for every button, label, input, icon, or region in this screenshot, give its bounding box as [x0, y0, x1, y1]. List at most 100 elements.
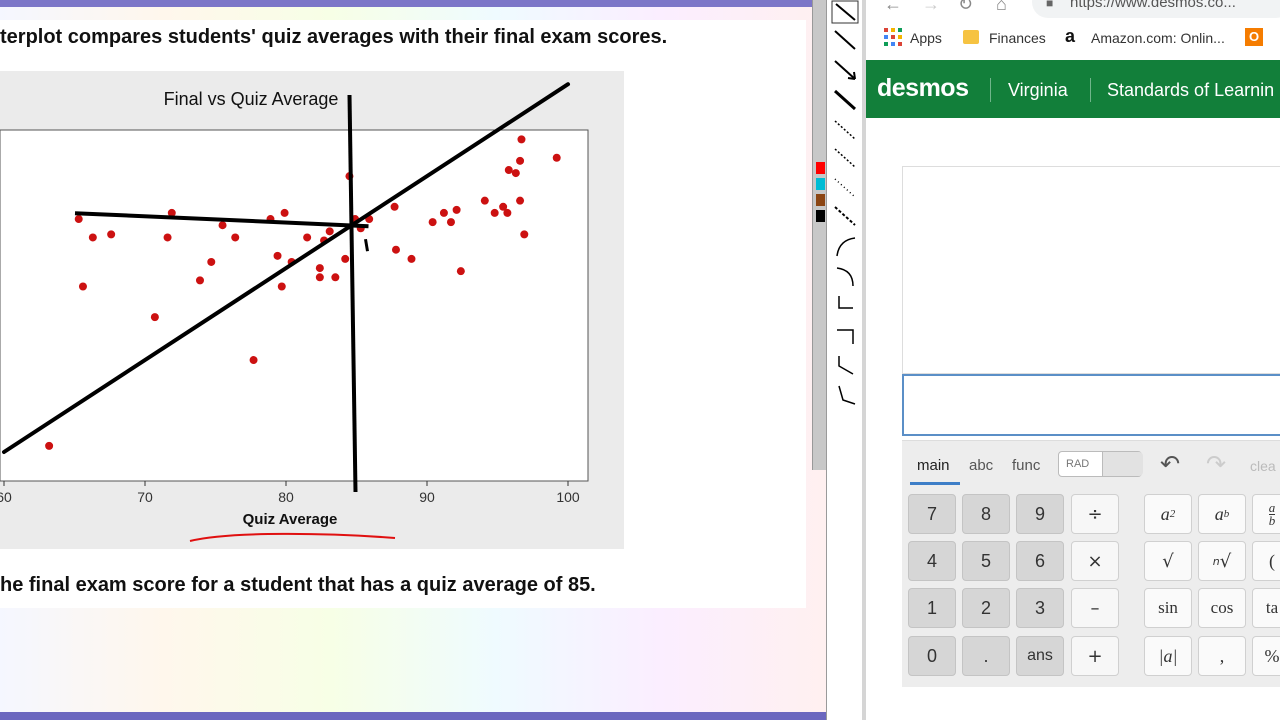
tab-func[interactable]: func: [1012, 457, 1040, 474]
x-tick-label: 100: [556, 489, 580, 505]
amazon-icon: a: [1065, 26, 1076, 46]
key-percent[interactable]: %: [1252, 636, 1280, 676]
back-icon[interactable]: ←: [884, 0, 902, 15]
line-tool-icon[interactable]: [831, 0, 859, 26]
step-tool-icon[interactable]: [831, 292, 859, 318]
key-comma[interactable]: ,: [1198, 636, 1246, 676]
x-tick-label: 70: [137, 489, 153, 505]
nav-standards[interactable]: Standards of Learnin: [1107, 80, 1274, 101]
data-point: [218, 221, 227, 230]
curve-tool-icon[interactable]: [831, 264, 859, 290]
calculator-display: [902, 166, 1280, 374]
key-fraction[interactable]: ab: [1252, 494, 1280, 534]
color-swatch-brown[interactable]: [816, 194, 825, 206]
data-point: [207, 257, 216, 266]
key-sin[interactable]: sin: [1144, 588, 1192, 628]
undo-icon[interactable]: ↶: [1160, 450, 1180, 479]
data-point: [303, 233, 312, 242]
angle-tool-icon[interactable]: [831, 382, 859, 408]
bookmark-o[interactable]: O: [1245, 28, 1263, 46]
dashed-line-tool-icon[interactable]: [831, 118, 859, 144]
question-top-text: terplot compares students' quiz averages…: [0, 26, 668, 48]
data-point: [552, 153, 561, 162]
data-point: [480, 196, 489, 205]
key-abs[interactable]: |a|: [1144, 636, 1192, 676]
data-point: [277, 282, 286, 291]
ink-tick-mark: [364, 238, 369, 252]
key-cos[interactable]: cos: [1198, 588, 1246, 628]
data-point: [325, 227, 334, 236]
key-nth-root[interactable]: n √: [1198, 541, 1246, 581]
key-5[interactable]: 5: [962, 541, 1010, 581]
data-point: [249, 356, 258, 365]
key-tan[interactable]: ta: [1252, 588, 1280, 628]
corner-tool-icon[interactable]: [831, 322, 859, 348]
dotted-arrow-tool-icon[interactable]: [831, 204, 859, 230]
key-9[interactable]: 9: [1016, 494, 1064, 534]
arrow-tool-icon[interactable]: [831, 58, 859, 84]
key-4[interactable]: 4: [908, 541, 956, 581]
key-2[interactable]: 2: [962, 588, 1010, 628]
data-point: [390, 202, 399, 211]
key-sqrt[interactable]: √: [1144, 541, 1192, 581]
key-ans[interactable]: ans: [1016, 636, 1064, 676]
data-point: [456, 267, 465, 276]
data-point: [439, 208, 448, 217]
dashed-arrow-tool-icon[interactable]: [831, 146, 859, 172]
data-point: [315, 264, 324, 273]
data-point: [74, 215, 83, 224]
bottom-stripe: [0, 712, 826, 720]
dotted-line-tool-icon[interactable]: [831, 176, 859, 202]
key-3[interactable]: 3: [1016, 588, 1064, 628]
bookmark-amazon[interactable]: Amazon.com: Onlin...: [1091, 30, 1225, 46]
key-plus[interactable]: +: [1071, 636, 1119, 676]
data-point: [341, 254, 350, 263]
data-point: [452, 205, 461, 214]
home-icon[interactable]: ⌂: [996, 0, 1007, 15]
key-paren-open[interactable]: (: [1252, 541, 1280, 581]
key-7[interactable]: 7: [908, 494, 956, 534]
data-point: [45, 441, 54, 450]
reload-icon[interactable]: ↻: [958, 0, 973, 15]
tab-main[interactable]: main: [917, 457, 950, 474]
data-point: [391, 245, 400, 254]
forward-icon[interactable]: →: [922, 0, 940, 15]
data-point: [78, 282, 87, 291]
bookmark-finances[interactable]: Finances: [989, 30, 1046, 46]
color-swatch-black[interactable]: [816, 210, 825, 222]
redo-icon[interactable]: ↷: [1206, 450, 1226, 479]
key-square[interactable]: a2: [1144, 494, 1192, 534]
key-1[interactable]: 1: [908, 588, 956, 628]
key-divide[interactable]: ÷: [1071, 494, 1119, 534]
data-point: [504, 166, 513, 175]
arrow-line-tool-icon[interactable]: [831, 28, 859, 54]
data-point: [503, 208, 512, 217]
key-decimal[interactable]: .: [962, 636, 1010, 676]
desmos-logo[interactable]: desmos: [877, 74, 969, 103]
slant-step-tool-icon[interactable]: [831, 352, 859, 378]
lock-icon: ■: [1046, 0, 1054, 10]
key-0[interactable]: 0: [908, 636, 956, 676]
x-tick-label: 80: [278, 489, 294, 505]
key-power[interactable]: ab: [1198, 494, 1246, 534]
key-multiply[interactable]: ×: [1071, 541, 1119, 581]
expression-input[interactable]: [902, 374, 1280, 436]
header-divider: [1090, 78, 1091, 102]
x-tick-label: 60: [0, 489, 12, 505]
top-stripe: [0, 0, 812, 7]
bookmark-apps[interactable]: Apps: [910, 30, 942, 46]
nav-virginia[interactable]: Virginia: [1008, 80, 1068, 101]
key-minus[interactable]: –: [1071, 588, 1119, 628]
color-swatch-cyan[interactable]: [816, 178, 825, 190]
double-arrow-tool-icon[interactable]: [831, 88, 859, 114]
apps-grid-icon: [884, 28, 902, 46]
key-6[interactable]: 6: [1016, 541, 1064, 581]
clear-button[interactable]: clea: [1250, 458, 1276, 474]
color-swatch-red[interactable]: [816, 162, 825, 174]
data-point: [331, 273, 340, 282]
key-8[interactable]: 8: [962, 494, 1010, 534]
data-point: [163, 233, 172, 242]
arc-tool-icon[interactable]: [831, 234, 859, 260]
header-divider: [990, 78, 991, 102]
tab-abc[interactable]: abc: [969, 457, 993, 474]
